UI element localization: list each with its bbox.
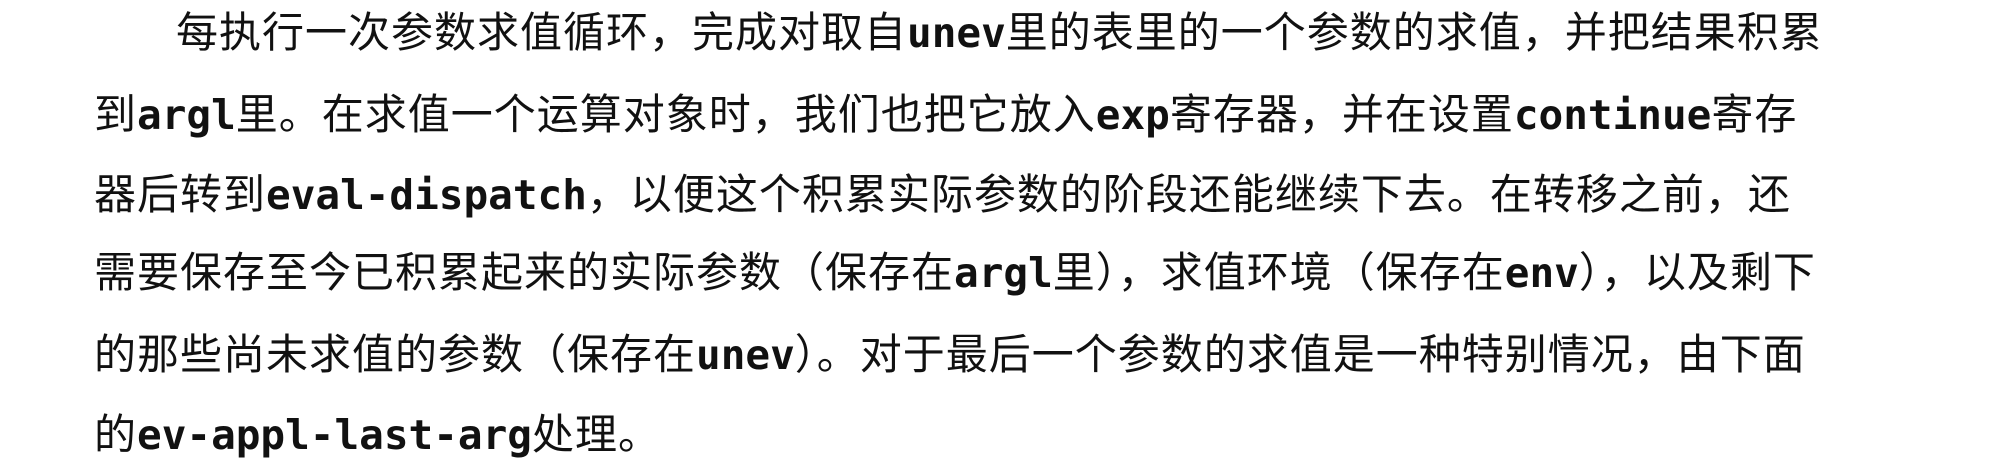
paragraph-line-1: 每执行一次参数求值循环，完成对取自unev里的表里的一个参数的求值，并把结果积累: [176, 2, 1998, 64]
paragraph-line-2: 到argl里。在求值一个运算对象时，我们也把它放入exp寄存器，并在设置cont…: [94, 84, 1984, 146]
paragraph-line-6: 的ev-appl-last-arg处理。: [94, 404, 1984, 466]
text-run: 到: [94, 90, 138, 139]
text-run: ），以及剩下: [1578, 248, 1816, 297]
paragraph-line-5: 的那些尚未求值的参数（保存在unev）。对于最后一个参数的求值是一种特别情况，由…: [94, 324, 1984, 386]
inline-code: argl: [137, 91, 236, 139]
text-run: 的: [94, 410, 138, 459]
document-page: 每执行一次参数求值循环，完成对取自unev里的表里的一个参数的求值，并把结果积累…: [0, 0, 1998, 459]
inline-code: argl: [954, 249, 1053, 297]
text-run: 处理。: [531, 410, 661, 459]
inline-code: eval-dispatch: [266, 171, 587, 219]
text-run: 里），求值环境（保存在: [1052, 248, 1505, 297]
text-run: 里。在求值一个运算对象时，我们也把它放入: [235, 90, 1096, 139]
inline-code: continue: [1513, 91, 1712, 139]
text-run: 寄存器，并在设置: [1169, 90, 1514, 139]
paragraph-line-3: 器后转到eval-dispatch，以便这个积累实际参数的阶段还能继续下去。在转…: [94, 164, 1984, 226]
text-run: ，以便这个积累实际参数的阶段还能继续下去。在转移之前，还: [586, 170, 1791, 219]
text-run: 里的表里的一个参数的求值，并把结果积累: [1005, 8, 1823, 57]
text-run: ）。对于最后一个参数的求值是一种特别情况，由下面: [794, 330, 1806, 379]
inline-code: exp: [1095, 91, 1170, 139]
text-run: 每执行一次参数求值循环，完成对取自: [176, 8, 908, 57]
text-run: 需要保存至今已积累起来的实际参数（保存在: [94, 248, 955, 297]
paragraph-line-4: 需要保存至今已积累起来的实际参数（保存在argl里），求值环境（保存在env），…: [94, 242, 1984, 304]
text-run: 的那些尚未求值的参数（保存在: [94, 330, 697, 379]
inline-code: env: [1504, 249, 1579, 297]
inline-code: ev-appl-last-arg: [137, 411, 532, 459]
inline-code: unev: [907, 9, 1006, 57]
text-run: 寄存: [1711, 90, 1798, 139]
text-run: 器后转到: [94, 170, 267, 219]
inline-code: unev: [696, 331, 795, 379]
